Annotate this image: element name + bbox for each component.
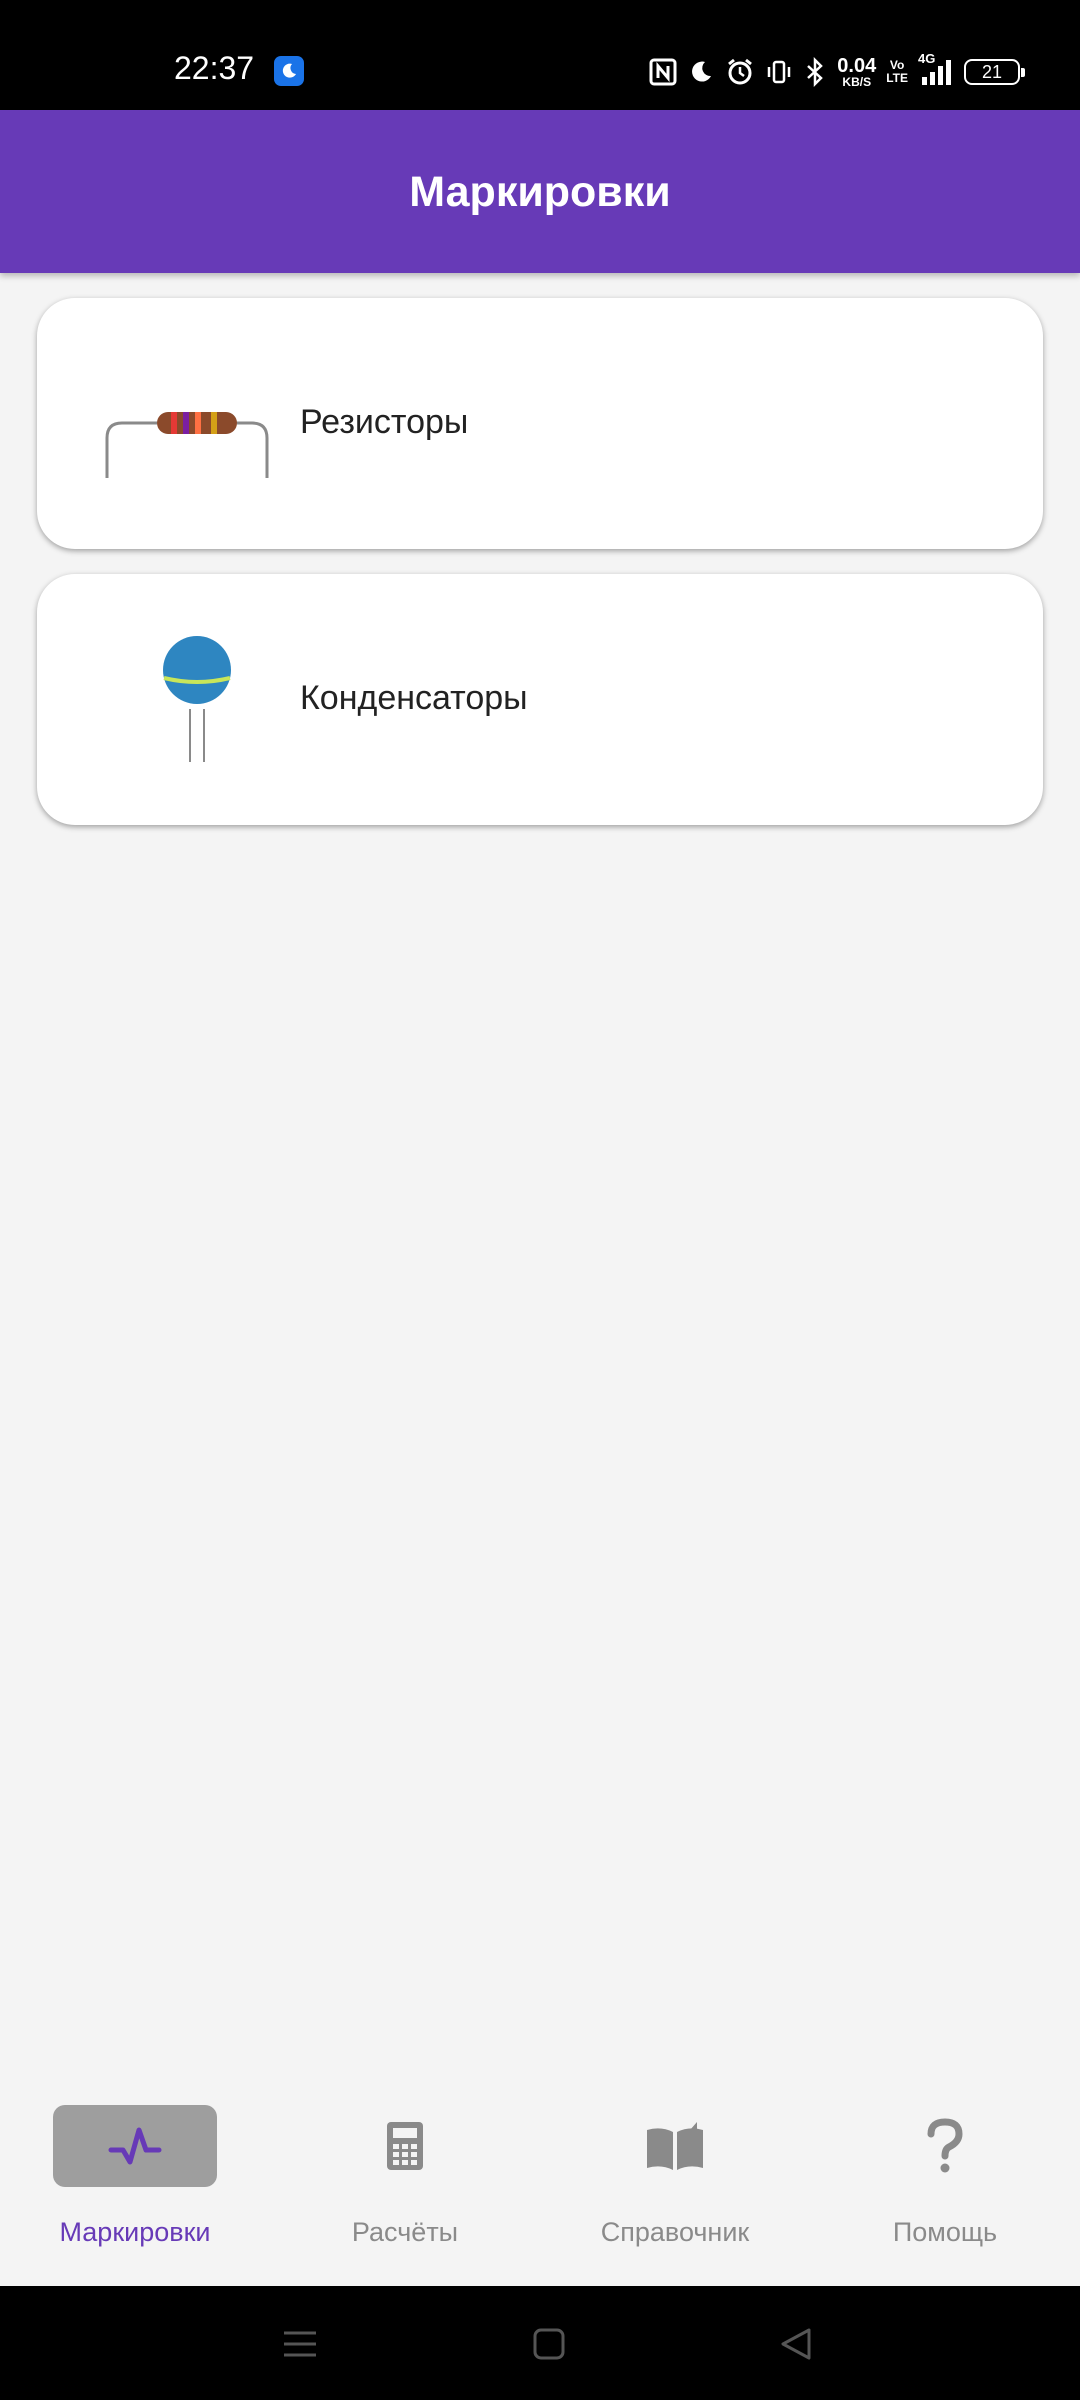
nav-item-markings[interactable]: Маркировки [0,2105,270,2275]
calculator-icon [387,2122,423,2170]
capacitor-icon [97,634,297,764]
nav-item-help[interactable]: Помощь [810,2105,1080,2275]
card-resistors[interactable]: Резисторы [37,298,1043,549]
nav-label-markings: Маркировки [59,2217,211,2247]
nav-item-reference[interactable]: Справочник [540,2105,810,2275]
home-button[interactable] [519,2316,579,2372]
nav-item-calculations[interactable]: Расчёты [270,2105,540,2275]
nfc-icon [649,58,677,86]
alarm-icon [725,57,755,87]
net-speed-unit: KB/S [842,75,872,89]
nav-label-reference: Справочник [600,2217,750,2247]
resistor-icon [97,358,297,488]
volte-indicator: Vo LTE [886,59,908,84]
battery-indicator: 21 [964,59,1025,85]
card-capacitors[interactable]: Конденсаторы [37,574,1043,825]
nav-label-calculations: Расчёты [351,2217,459,2247]
menu-icon [284,2331,316,2357]
bottom-navigation: Маркировки Расчёты Справочник Помощь [0,2085,1080,2286]
page-title: Маркировки [409,168,671,216]
signal-icon: 4G [918,51,954,87]
recents-menu-button[interactable] [270,2316,330,2372]
moon-app-icon [274,56,304,86]
status-bar: 22:37 0.04 KB/S Vo LTE 4G 21 [0,0,1080,110]
home-square-icon [533,2328,565,2360]
bluetooth-icon [803,57,827,87]
vibrate-icon [765,58,793,86]
nav-pill-active [53,2105,217,2187]
network-type: 4G [918,51,936,66]
status-icons: 0.04 KB/S Vo LTE 4G 21 [649,51,1025,92]
net-speed-value: 0.04 [837,55,877,77]
card-label-resistors: Резисторы [300,403,469,441]
card-label-capacitors: Конденсаторы [300,679,528,717]
net-speed: 0.04 KB/S [837,56,876,88]
battery-level: 21 [981,61,1003,82]
nav-label-help: Помощь [892,2217,998,2247]
app-bar: Маркировки [0,110,1080,273]
system-navigation-bar [0,2286,1080,2400]
status-time: 22:37 [174,50,255,86]
do-not-disturb-moon-icon [687,58,715,86]
back-triangle-icon [781,2328,811,2360]
book-icon [647,2122,703,2170]
volte-bottom: LTE [886,71,908,85]
pulse-icon [108,2127,162,2165]
help-icon [927,2118,963,2173]
back-button[interactable] [766,2316,826,2372]
